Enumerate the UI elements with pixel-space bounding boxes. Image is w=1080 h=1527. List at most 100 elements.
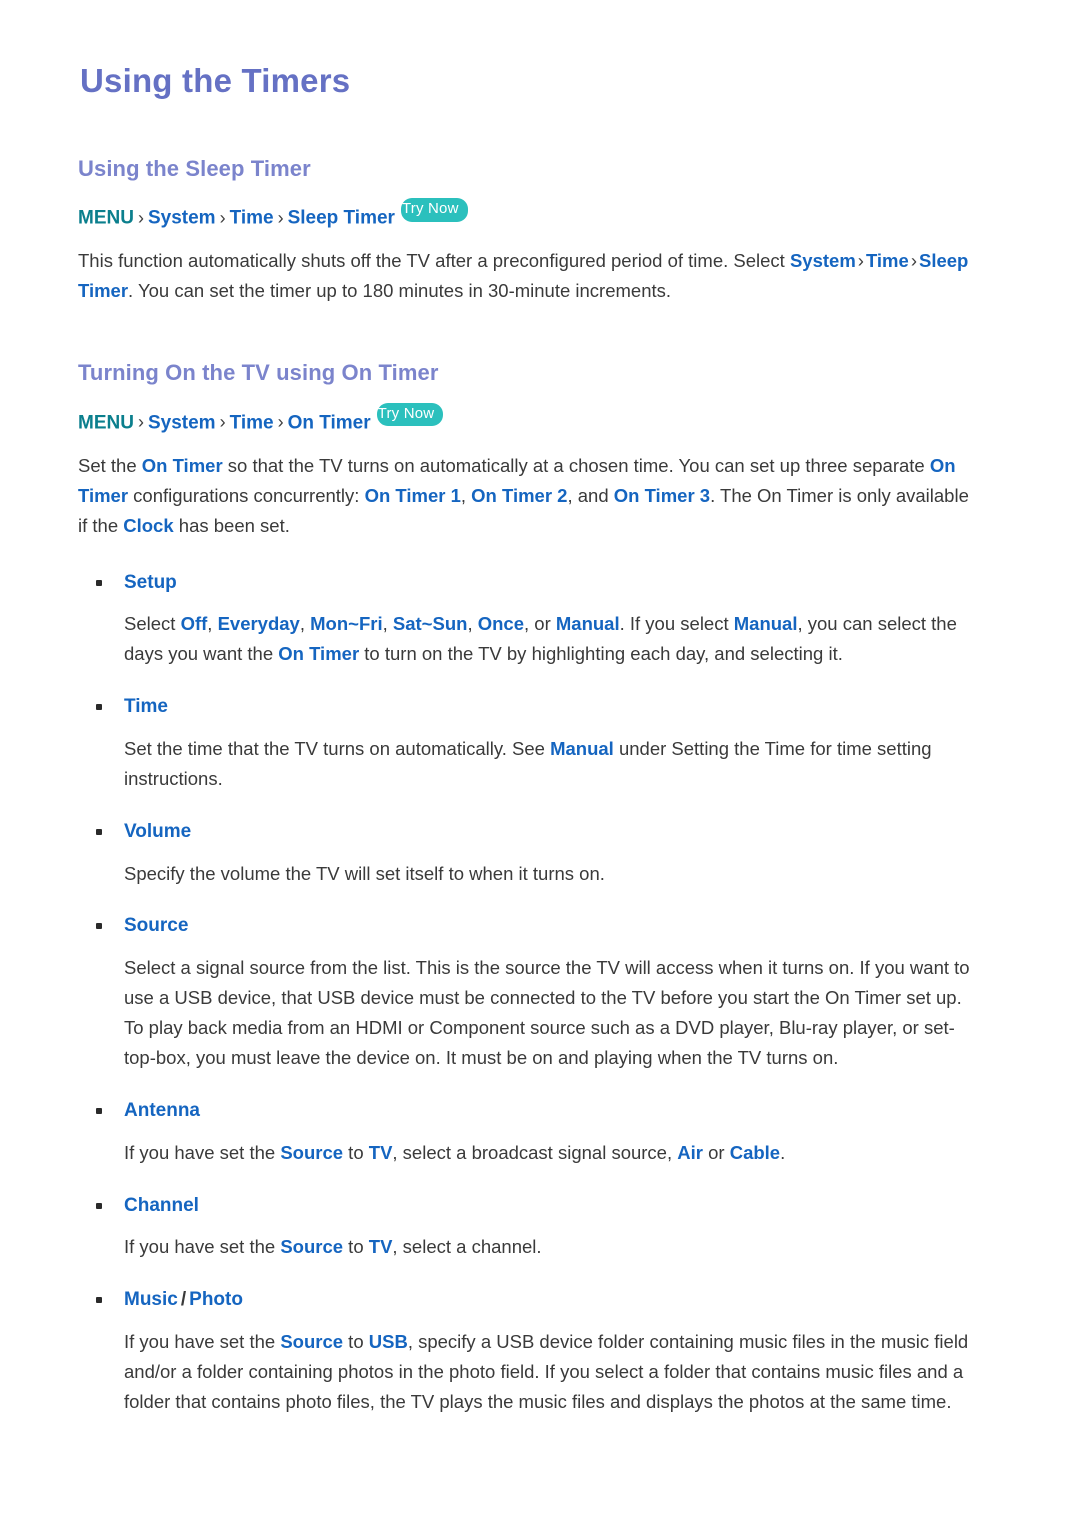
bullet-body-source: Select a signal source from the list. Th… (78, 953, 985, 1073)
option-list: Setup Select Off, Everyday, Mon~Fri, Sat… (78, 571, 985, 1417)
text-run: to turn on the TV by highlighting each d… (359, 643, 843, 665)
text-run: Select a signal source from the list. Th… (124, 957, 970, 1069)
bullet-label-photo: Photo (189, 1289, 243, 1311)
text-run: Specify the volume the TV will set itsel… (124, 862, 605, 884)
text-run: so that the TV turns on automatically at… (222, 454, 930, 476)
text-run: to (343, 1331, 369, 1353)
bullet-label-volume: Volume (78, 820, 985, 845)
try-now-badge[interactable]: Try Now (400, 198, 468, 222)
menu-path-sleep-timer: MENU › System › Time › Sleep Timer Try Now (78, 198, 985, 230)
bullet-body-time: Set the time that the TV turns on automa… (78, 734, 985, 794)
text-run: Set the (78, 454, 142, 476)
menu-root-label: MENU (78, 411, 134, 433)
section-heading-on-timer: Turning On the TV using On Timer (78, 360, 439, 386)
keyword-source: Source (280, 1141, 344, 1163)
menu-root-label: MENU (78, 207, 134, 229)
list-item: Setup Select Off, Everyday, Mon~Fri, Sat… (78, 571, 985, 670)
menu-item-time[interactable]: Time (230, 412, 274, 433)
text-run: , (460, 484, 472, 506)
keyword-system: System (789, 250, 856, 272)
text-run: Select (124, 613, 181, 635)
text-run: , or (524, 613, 556, 635)
keyword-everyday: Everyday (217, 613, 300, 635)
keyword-on-timer-2: On Timer 2 (471, 484, 568, 506)
inline-separator-icon: › (857, 250, 864, 272)
list-item: Time Set the time that the TV turns on a… (78, 695, 985, 794)
bullet-label-channel: Channel (78, 1194, 985, 1219)
menu-item-on-timer[interactable]: On Timer (288, 412, 371, 433)
bullet-label-music: Music (124, 1289, 178, 1311)
list-item: Source Select a signal source from the l… (78, 914, 985, 1073)
menu-item-system[interactable]: System (148, 208, 216, 229)
try-now-badge[interactable]: Try Now (376, 402, 444, 426)
keyword-mon-fri: Mon~Fri (310, 613, 383, 635)
keyword-tv: TV (368, 1236, 393, 1258)
keyword-on-timer-1: On Timer 1 (364, 484, 461, 506)
keyword-clock: Clock (123, 514, 174, 536)
bullet-label-source: Source (78, 914, 985, 939)
menu-separator-icon: › (277, 207, 284, 228)
keyword-time: Time (865, 250, 909, 272)
keyword-usb: USB (368, 1331, 408, 1353)
slash-separator-icon: / (180, 1289, 187, 1311)
paragraph-on-timer: Set the On Timer so that the TV turns on… (78, 451, 983, 541)
keyword-on-timer: On Timer (141, 454, 223, 476)
keyword-manual: Manual (555, 613, 620, 635)
bullet-label-antenna: Antenna (78, 1099, 985, 1124)
keyword-source: Source (280, 1236, 344, 1258)
keyword-sat-sun: Sat~Sun (392, 613, 468, 635)
text-run: , (467, 613, 478, 635)
text-run: or (702, 1141, 730, 1163)
text-run: to (343, 1236, 369, 1258)
keyword-off: Off (180, 613, 208, 635)
section-heading-sleep-timer: Using the Sleep Timer (78, 155, 311, 181)
menu-path-on-timer: MENU › System › Time › On Timer Try Now (78, 402, 985, 435)
keyword-air: Air (677, 1141, 703, 1163)
bullet-label-time: Time (78, 695, 985, 720)
text-run: , and (567, 484, 614, 506)
manual-page: Using the Timers Using the Sleep Timer M… (0, 0, 1080, 1527)
text-run: , (207, 613, 218, 635)
text-run: Set the time that the TV turns on automa… (124, 737, 551, 759)
menu-separator-icon: › (277, 411, 284, 432)
text-run: If you have set the (124, 1331, 281, 1353)
list-item: Music / Photo If you have set the Source t… (78, 1288, 985, 1417)
keyword-manual: Manual (733, 613, 798, 635)
text-run: If you have set the (124, 1236, 281, 1258)
text-run: has been set. (173, 514, 290, 536)
bullet-body-antenna: If you have set the Source to TV, select… (78, 1138, 985, 1168)
menu-separator-icon: › (219, 207, 226, 228)
text-run: . If you select (619, 613, 734, 635)
page-title: Using the Timers (80, 62, 351, 99)
text-run: to (343, 1141, 369, 1163)
menu-item-sleep-timer[interactable]: Sleep Timer (288, 208, 395, 229)
bullet-body-setup: Select Off, Everyday, Mon~Fri, Sat~Sun , … (78, 609, 985, 669)
bullet-label-setup: Setup (78, 571, 985, 596)
menu-item-system[interactable]: System (148, 412, 216, 433)
list-item: Channel If you have set the Source to TV… (78, 1194, 985, 1263)
inline-separator-icon: › (910, 250, 917, 272)
paragraph-sleep-timer: This function automatically shuts off th… (78, 246, 983, 306)
bullet-body-volume: Specify the volume the TV will set itsel… (78, 859, 985, 889)
text-run: , select a channel. (392, 1236, 542, 1258)
text-run: . (780, 1141, 786, 1163)
bullet-body-channel: If you have set the Source to TV, select… (78, 1232, 985, 1262)
text-run: , (382, 613, 393, 635)
text-run: If you have set the (124, 1141, 281, 1163)
menu-item-time[interactable]: Time (230, 208, 274, 229)
text-run: , (299, 613, 311, 635)
keyword-manual: Manual (550, 737, 614, 759)
keyword-cable: Cable (729, 1141, 781, 1163)
keyword-source: Source (280, 1331, 344, 1353)
bullet-label-music-photo: Music / Photo (78, 1288, 985, 1313)
list-item: Antenna If you have set the Source to TV… (78, 1099, 985, 1168)
list-item: Volume Specify the volume the TV will se… (78, 820, 985, 889)
text-run: This function automatically shuts off th… (78, 250, 790, 272)
menu-separator-icon: › (219, 411, 226, 432)
text-run: . You can set the timer up to 180 minute… (128, 280, 672, 302)
menu-separator-icon: › (137, 411, 144, 432)
keyword-on-timer-3: On Timer 3 (613, 484, 711, 506)
keyword-once: Once (477, 613, 524, 635)
keyword-tv: TV (368, 1141, 393, 1163)
keyword-on-timer: On Timer (278, 643, 360, 665)
